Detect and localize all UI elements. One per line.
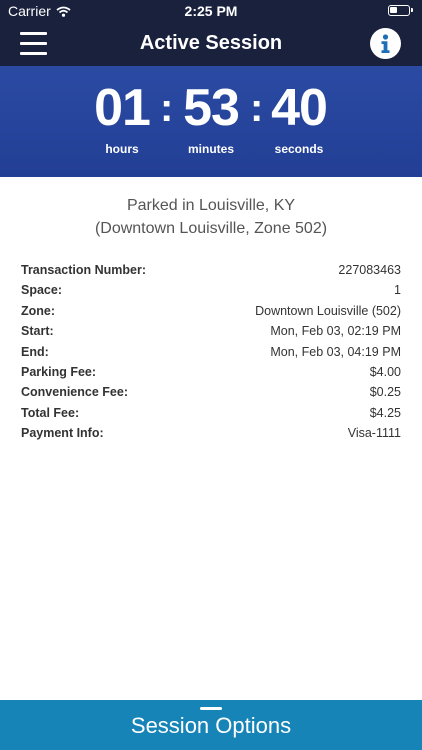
detail-value: $0.25 <box>369 385 401 400</box>
seconds-value: 40 <box>271 79 328 137</box>
location-city: Parked in Louisville, KY <box>126 197 296 214</box>
detail-value: Downtown Louisville (502) <box>255 303 401 318</box>
detail-label: Parking Fee: <box>21 364 97 379</box>
hours-label: hours <box>105 142 139 156</box>
detail-row: End: Mon, Feb 03, 04:19 PM <box>21 342 401 362</box>
detail-value: Mon, Feb 03, 02:19 PM <box>270 324 401 339</box>
status-bar: Carrier 2:25 PM <box>0 0 422 22</box>
location-zone: (Downtown Louisville, Zone 502) <box>94 220 328 237</box>
minutes-label: minutes <box>187 142 234 156</box>
detail-row: Convenience Fee: $0.25 <box>21 382 401 402</box>
detail-value: 1 <box>394 283 401 298</box>
timer-minutes: 53 minutes <box>165 80 257 156</box>
detail-label: Payment Info: <box>21 426 104 441</box>
detail-label: Total Fee: <box>21 405 80 420</box>
navigation-bar: Active Session <box>0 22 422 66</box>
detail-value: 227083463 <box>338 263 401 277</box>
minutes-value: 53 <box>183 79 240 137</box>
detail-value: $4.00 <box>369 364 401 379</box>
timer-hours: 01 hours <box>76 80 168 156</box>
detail-row: Payment Info: Visa-1111 <box>21 423 401 443</box>
hours-value: 01 <box>94 79 151 137</box>
detail-label: Start: <box>21 324 54 339</box>
detail-label: Convenience Fee: <box>21 385 128 400</box>
session-timer: 01 hours : 53 minutes : 40 seconds <box>0 66 422 177</box>
detail-row: Start: Mon, Feb 03, 02:19 PM <box>21 321 401 341</box>
detail-row: Space: 1 <box>21 280 401 300</box>
detail-row: Zone: Downtown Louisville (502) <box>21 301 401 321</box>
status-time: 2:25 PM <box>184 3 238 19</box>
page-title: Active Session <box>139 32 283 54</box>
detail-row: Parking Fee: $4.00 <box>21 362 401 382</box>
timer-seconds: 40 seconds <box>253 80 345 156</box>
detail-label: Space: <box>21 283 62 298</box>
detail-value: Mon, Feb 03, 04:19 PM <box>270 344 401 359</box>
parking-location: Parked in Louisville, KY (Downtown Louis… <box>0 194 422 240</box>
battery-icon <box>388 5 413 16</box>
detail-value: $4.25 <box>369 405 401 420</box>
detail-row: Transaction Number: 227083463 <box>21 260 401 280</box>
info-icon <box>381 34 390 53</box>
session-options-label: Session Options <box>130 713 292 738</box>
info-button[interactable] <box>370 28 401 59</box>
transaction-details: Transaction Number: 227083463 Space: 1 Z… <box>21 260 401 444</box>
seconds-label: seconds <box>274 142 324 156</box>
detail-label: Zone: <box>21 303 56 318</box>
detail-label: End: <box>21 344 49 359</box>
detail-value: Visa-1111 <box>347 426 401 441</box>
detail-row: Total Fee: $4.25 <box>21 403 401 423</box>
session-options-button[interactable]: Session Options <box>0 700 422 750</box>
detail-label: Transaction Number: <box>21 263 147 277</box>
drag-handle[interactable] <box>200 707 222 710</box>
